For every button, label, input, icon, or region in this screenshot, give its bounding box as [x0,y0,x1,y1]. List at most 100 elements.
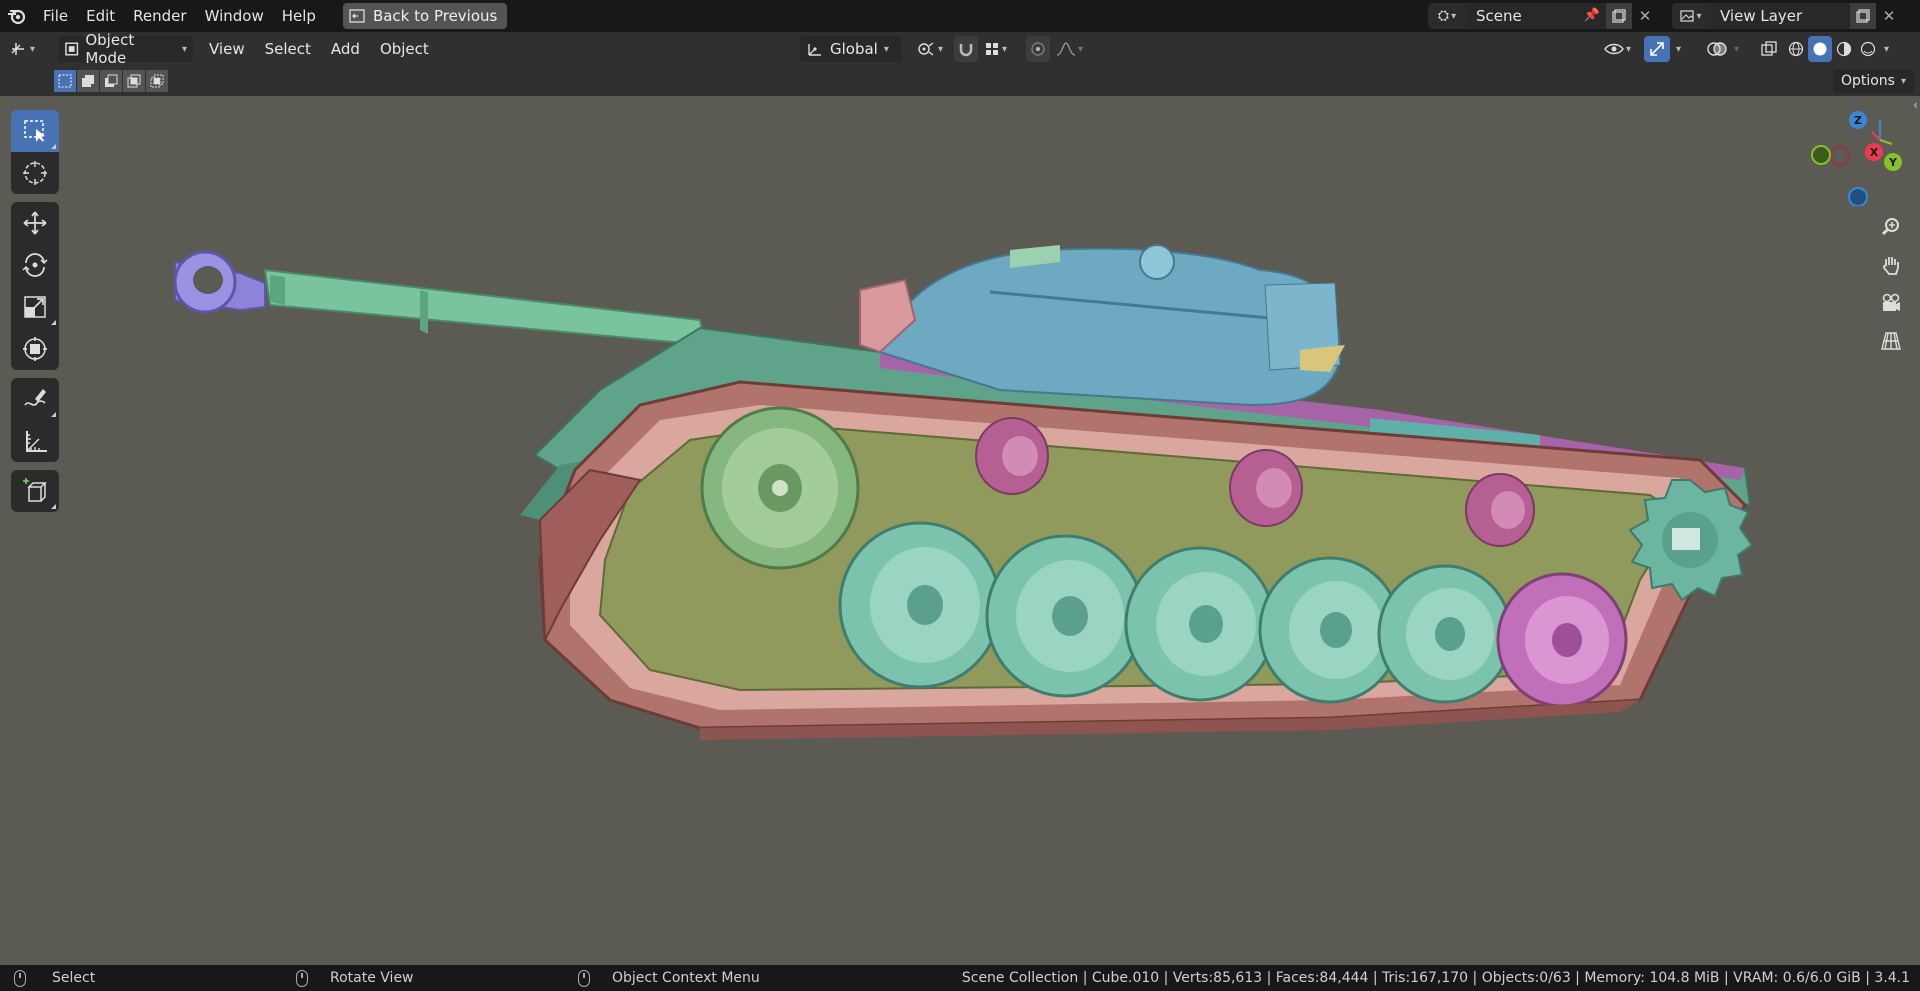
rotate-tool[interactable] [11,244,59,286]
transform-icon [23,337,47,361]
select-invert-button[interactable] [123,70,145,92]
editor-type-icon [11,43,24,55]
select-intersect-button[interactable] [146,70,168,92]
gizmo-neg-z-handle[interactable] [1848,187,1868,206]
scene-name-field[interactable]: Scene 📌 [1466,3,1606,29]
scale-tool[interactable] [11,286,59,328]
select-subtract-button[interactable] [100,70,122,92]
camera-icon [1882,293,1900,311]
transform-tool[interactable] [11,328,59,370]
view-layer-selector: ▾ View Layer ✕ [1672,3,1902,29]
options-label: Options [1840,73,1895,89]
scene-selector: ⛭ ▾ Scene 📌 ✕ [1428,3,1658,29]
menu-object[interactable]: Object [370,36,439,62]
mouse-left-icon [14,969,26,987]
pivot-icon [918,42,934,56]
navigation-gizmo[interactable]: Y X Z [1808,96,1920,206]
snap-toggle[interactable] [954,36,978,62]
selection-mode-group [54,70,169,92]
xray-toggle[interactable] [1756,36,1782,62]
select-new-button[interactable] [54,70,76,92]
menu-window[interactable]: Window [196,0,273,32]
menu-help[interactable]: Help [273,0,325,32]
delete-scene-button[interactable]: ✕ [1632,3,1658,29]
measure-tool[interactable] [11,420,59,462]
grid-perspective-icon [1881,332,1901,350]
xray-icon [1761,41,1777,56]
menu-file[interactable]: File [34,0,77,32]
select-box-tool[interactable] [11,110,59,152]
gizmo-dropdown[interactable]: ▾ [1672,36,1685,62]
pivot-point-dropdown[interactable]: ▾ [912,36,947,62]
status-select-label: Select [52,970,96,986]
view-layer-name-field[interactable]: View Layer [1710,3,1850,29]
wireframe-sphere-icon [1788,41,1804,57]
sidebar-toggle-icon[interactable]: ‹ [1913,98,1918,112]
gizmo-neg-y-handle[interactable] [1811,145,1831,165]
back-to-previous-button[interactable]: Back to Previous [342,3,508,29]
move-tool[interactable] [11,202,59,244]
3d-viewport[interactable]: Y X Z ‹ [0,96,1920,965]
menu-add[interactable]: Add [321,36,370,62]
close-icon: ✕ [1882,7,1896,25]
menu-select[interactable]: Select [255,36,321,62]
eye-icon [1604,43,1624,55]
shading-dropdown[interactable]: ▾ [1880,36,1893,62]
viewport-header: ▾ Object Mode ▾ View Select Add Object G… [0,31,1920,67]
transform-orientation-dropdown[interactable]: Global ▾ [800,36,902,62]
pan-button[interactable] [1874,248,1908,282]
options-dropdown[interactable]: Options ▾ [1832,69,1914,93]
new-scene-button[interactable] [1606,3,1632,29]
gizmo-y-label: Y [1888,156,1898,169]
editor-type-selector[interactable]: ▾ [10,36,35,62]
gizmo-neg-x-handle[interactable] [1830,146,1850,166]
delete-view-layer-button[interactable]: ✕ [1876,3,1902,29]
camera-view-button[interactable] [1874,286,1908,320]
select-extend-button[interactable] [77,70,99,92]
close-icon: ✕ [1638,7,1652,25]
overlays-dropdown[interactable]: ▾ [1730,36,1743,62]
overlays-toggle[interactable] [1702,36,1732,62]
proportional-edit-toggle[interactable] [1026,36,1050,62]
snap-target-dropdown[interactable]: ▾ [980,36,1011,62]
status-left-click-hint: Select [14,965,95,991]
orientation-label: Global [830,40,878,58]
tank-model[interactable] [0,96,1920,965]
select-subtract-icon [105,74,118,87]
zoom-icon [1881,218,1899,236]
pin-icon[interactable]: 📌 [1584,3,1600,29]
zoom-button[interactable] [1874,210,1908,244]
tool-settings-row: Options ▾ [0,66,1920,96]
annotate-tool[interactable] [11,378,59,420]
gizmo-toggle[interactable] [1644,36,1670,62]
duplicate-icon [1856,9,1870,23]
new-view-layer-button[interactable] [1850,3,1876,29]
blender-logo-icon[interactable] [0,0,34,32]
add-cube-icon [23,478,47,502]
shading-material-button[interactable] [1832,36,1856,62]
proportional-falloff-dropdown[interactable]: ▾ [1052,36,1087,62]
perspective-toggle-button[interactable] [1874,324,1908,358]
menu-render[interactable]: Render [124,0,195,32]
mouse-middle-icon [296,969,308,987]
object-mode-icon [65,42,79,56]
orientation-global-icon [808,44,821,56]
cursor-tool[interactable] [11,152,59,194]
scene-browse-button[interactable]: ⛭ ▾ [1428,3,1466,29]
menu-edit[interactable]: Edit [77,0,124,32]
material-sphere-icon [1836,41,1852,57]
menu-view[interactable]: View [199,36,255,62]
measure-icon [26,431,47,452]
visibility-dropdown[interactable]: ▾ [1600,36,1635,62]
shading-solid-button[interactable] [1808,36,1832,62]
shading-wireframe-button[interactable] [1784,36,1808,62]
view-layer-browse-button[interactable]: ▾ [1672,3,1710,29]
rotate-icon [22,253,48,277]
view-layer-name-label: View Layer [1720,7,1803,25]
mode-dropdown[interactable]: Object Mode ▾ [58,31,193,67]
add-cube-tool[interactable] [11,470,59,512]
gizmo-icon [1650,42,1664,56]
mouse-right-icon [578,969,590,987]
shading-rendered-button[interactable] [1856,36,1880,62]
select-invert-icon [127,74,141,88]
